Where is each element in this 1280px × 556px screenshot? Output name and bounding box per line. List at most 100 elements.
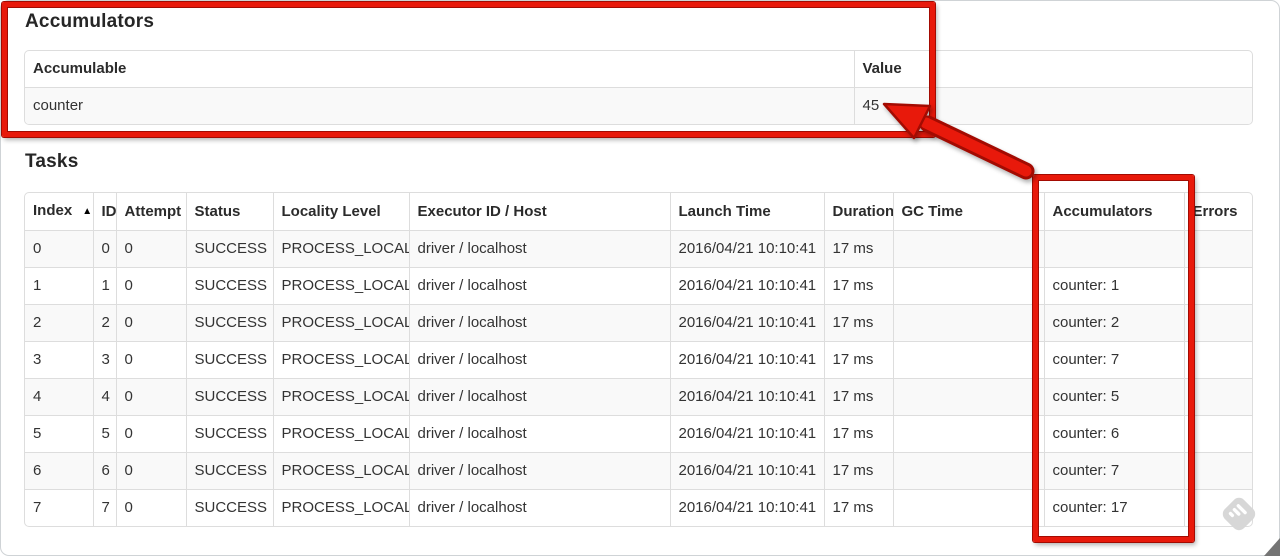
accumulators-column-header-accumulable: Accumulable (33, 60, 127, 77)
tasks-cell-attempt: 0 (115, 452, 186, 490)
tasks-column-header-index[interactable]: Index ▲ (25, 193, 93, 231)
tasks-row: 5 5 0 SUCCESS PROCESS_LOCAL driver / localhos… (25, 415, 1252, 453)
tasks-column-header-locality-level[interactable]: Locality Level (272, 193, 409, 231)
tasks-cell-index: 5 (25, 415, 93, 453)
tasks-cell-id: 2 (92, 304, 116, 342)
tasks-row: 6 6 0 SUCCESS PROCESS_LOCAL driver / localhos… (25, 452, 1252, 490)
tasks-cell-attempt: 0 (115, 489, 186, 526)
tasks-cell-index: 3 (25, 341, 93, 379)
tasks-cell-errors (1183, 230, 1252, 268)
tasks-cell-duration: 17 ms (823, 452, 893, 490)
tasks-cell-index: 0 (25, 230, 93, 268)
tasks-row: 7 7 0 SUCCESS PROCESS_LOCAL driver / localhos… (25, 489, 1252, 526)
tasks-cell-launch-time: 2016/04/21 10:10:41 (669, 230, 824, 268)
tasks-cell-errors (1183, 304, 1252, 342)
tasks-cell-gc-time (892, 230, 1044, 268)
tasks-cell-id: 5 (92, 415, 116, 453)
tasks-cell-status: SUCCESS (185, 230, 273, 268)
tasks-cell-index: 7 (25, 489, 93, 526)
tasks-cell-status: SUCCESS (185, 341, 273, 379)
tasks-row: 0 0 0 SUCCESS PROCESS_LOCAL driver / localhos… (25, 230, 1252, 268)
tasks-cell-status: SUCCESS (185, 415, 273, 453)
tasks-cell-locality-level: PROCESS_LOCAL (272, 341, 409, 379)
tasks-cell-launch-time: 2016/04/21 10:10:41 (669, 489, 824, 526)
tasks-cell-accumulators: counter: 17 (1043, 489, 1184, 526)
tasks-column-header-executor-id-host[interactable]: Executor ID / Host (408, 193, 670, 231)
tasks-cell-id: 6 (92, 452, 116, 490)
sort-ascending-icon: ▲ (82, 206, 93, 217)
tasks-cell-locality-level: PROCESS_LOCAL (272, 230, 409, 268)
tasks-cell-accumulators: counter: 1 (1043, 267, 1184, 305)
accumulators-table-grid: Accumulable Value counter 45 (25, 51, 1252, 124)
tasks-row: 2 2 0 SUCCESS PROCESS_LOCAL driver / localhos… (25, 304, 1252, 342)
tasks-cell-executor-id-host: driver / localhost (408, 341, 670, 379)
tasks-cell-errors (1183, 415, 1252, 453)
tasks-column-header-attempt[interactable]: Attempt (115, 193, 186, 231)
tasks-cell-attempt: 0 (115, 378, 186, 416)
tasks-column-header-duration[interactable]: Duration (823, 193, 893, 231)
tasks-cell-launch-time: 2016/04/21 10:10:41 (669, 378, 824, 416)
tasks-cell-index: 2 (25, 304, 93, 342)
tasks-cell-launch-time: 2016/04/21 10:10:41 (669, 341, 824, 379)
tasks-cell-executor-id-host: driver / localhost (408, 304, 670, 342)
tasks-column-header-accumulators[interactable]: Accumulators (1043, 193, 1184, 231)
tasks-row: 1 1 0 SUCCESS PROCESS_LOCAL driver / localhos… (25, 267, 1252, 305)
tasks-cell-executor-id-host: driver / localhost (408, 230, 670, 268)
tasks-cell-launch-time: 2016/04/21 10:10:41 (669, 304, 824, 342)
tasks-cell-attempt: 0 (115, 230, 186, 268)
tasks-table-grid: Index ▲ ID Attempt Status Locality Level Execu… (25, 193, 1252, 526)
tasks-cell-launch-time: 2016/04/21 10:10:41 (669, 452, 824, 490)
tasks-cell-accumulators: counter: 5 (1043, 378, 1184, 416)
tasks-row: 3 3 0 SUCCESS PROCESS_LOCAL driver / localhos… (25, 341, 1252, 379)
tasks-cell-executor-id-host: driver / localhost (408, 452, 670, 490)
tasks-cell-gc-time (892, 415, 1044, 453)
tasks-cell-locality-level: PROCESS_LOCAL (272, 378, 409, 416)
tasks-cell-executor-id-host: driver / localhost (408, 415, 670, 453)
tasks-cell-executor-id-host: driver / localhost (408, 489, 670, 526)
tasks-cell-index: 6 (25, 452, 93, 490)
tasks-cell-status: SUCCESS (185, 452, 273, 490)
tasks-cell-status: SUCCESS (185, 267, 273, 305)
tasks-cell-errors (1183, 378, 1252, 416)
tasks-cell-duration: 17 ms (823, 489, 893, 526)
tasks-header-row: Index ▲ ID Attempt Status Locality Level Execu… (25, 193, 1252, 231)
feedly-watermark-icon (1222, 497, 1256, 531)
corner-cut-mark (1264, 538, 1280, 556)
tasks-cell-duration: 17 ms (823, 267, 893, 305)
tasks-cell-attempt: 0 (115, 415, 186, 453)
tasks-cell-locality-level: PROCESS_LOCAL (272, 267, 409, 305)
tasks-column-header-id[interactable]: ID (92, 193, 116, 231)
tasks-cell-id: 4 (92, 378, 116, 416)
tasks-cell-id: 7 (92, 489, 116, 526)
tasks-cell-errors (1183, 267, 1252, 305)
tasks-cell-gc-time (892, 341, 1044, 379)
accumulators-heading: Accumulators (25, 11, 155, 32)
accumulators-row: counter 45 (25, 87, 1252, 124)
tasks-cell-executor-id-host: driver / localhost (408, 378, 670, 416)
tasks-cell-duration: 17 ms (823, 415, 893, 453)
tasks-column-header-status[interactable]: Status (185, 193, 273, 231)
tasks-cell-gc-time (892, 267, 1044, 305)
tasks-cell-accumulators: counter: 2 (1043, 304, 1184, 342)
tasks-cell-accumulators (1043, 230, 1184, 268)
tasks-cell-status: SUCCESS (185, 304, 273, 342)
tasks-cell-gc-time (892, 304, 1044, 342)
tasks-cell-attempt: 0 (115, 267, 186, 305)
tasks-cell-duration: 17 ms (823, 304, 893, 342)
accumulators-header-row: Accumulable Value (25, 51, 1252, 88)
tasks-column-header-errors[interactable]: Errors (1183, 193, 1252, 231)
tasks-cell-locality-level: PROCESS_LOCAL (272, 304, 409, 342)
tasks-table: Index ▲ ID Attempt Status Locality Level Execu… (24, 192, 1253, 527)
tasks-cell-status: SUCCESS (185, 378, 273, 416)
tasks-cell-index: 4 (25, 378, 93, 416)
tasks-cell-duration: 17 ms (823, 378, 893, 416)
tasks-cell-locality-level: PROCESS_LOCAL (272, 489, 409, 526)
accumulators-column-header-value: Value (853, 51, 1252, 88)
tasks-cell-launch-time: 2016/04/21 10:10:41 (669, 267, 824, 305)
tasks-column-header-launch-time[interactable]: Launch Time (669, 193, 824, 231)
tasks-row: 4 4 0 SUCCESS PROCESS_LOCAL driver / localhos… (25, 378, 1252, 416)
tasks-cell-id: 0 (92, 230, 116, 268)
tasks-cell-launch-time: 2016/04/21 10:10:41 (669, 415, 824, 453)
tasks-column-header-gc-time[interactable]: GC Time (892, 193, 1044, 231)
tasks-cell-gc-time (892, 489, 1044, 526)
